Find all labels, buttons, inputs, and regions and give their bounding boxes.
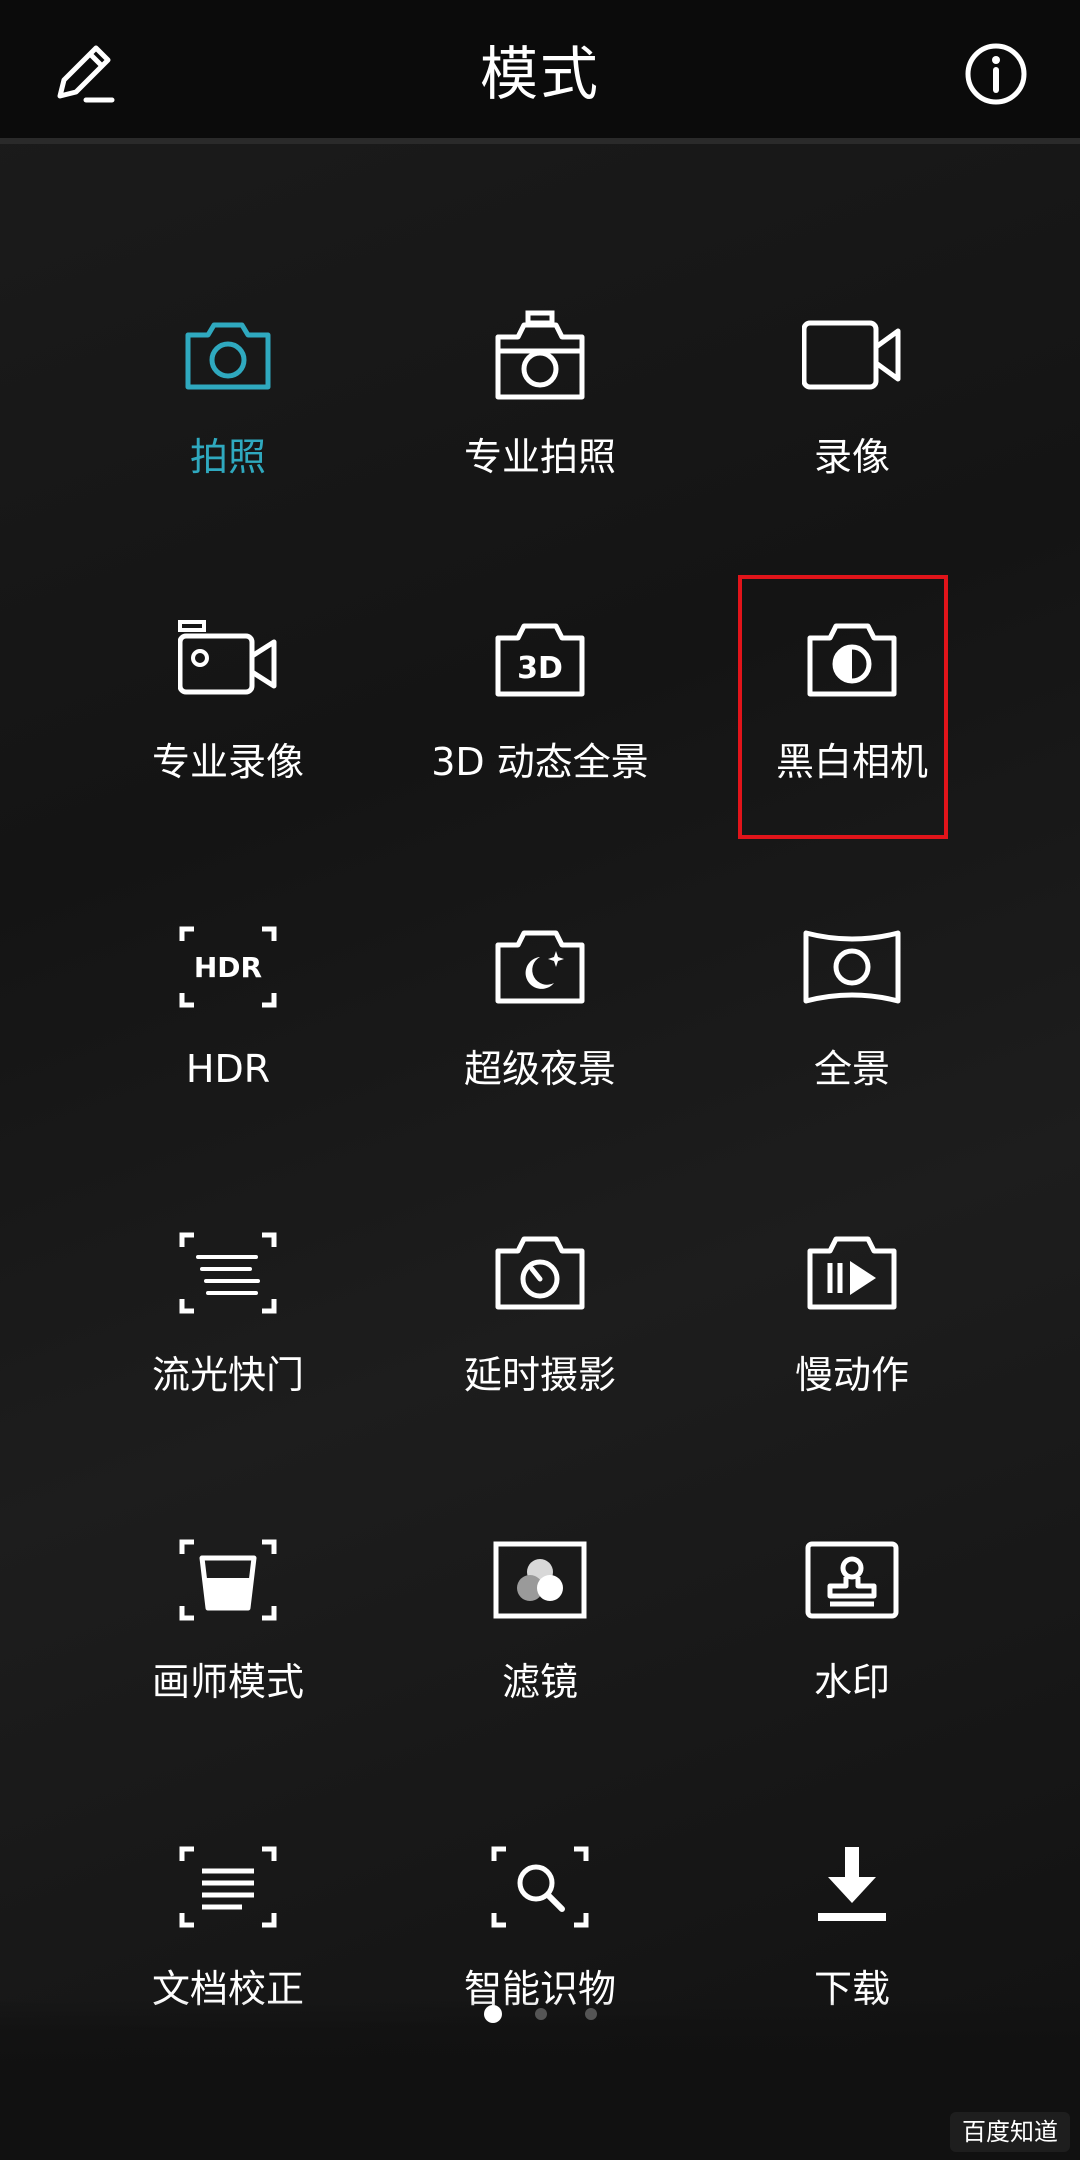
mode-label: 画师模式 [151, 1660, 304, 1704]
hdr-icon: HDR [179, 926, 277, 1008]
mode-label: 延时摄影 [463, 1353, 616, 1397]
mode-pro-video[interactable]: 专业录像 [78, 610, 378, 850]
pro-camera-icon [495, 310, 585, 400]
page-dot-active[interactable] [484, 2005, 502, 2023]
mode-hdr[interactable]: HDR HDR [78, 917, 378, 1157]
mode-label: 拍照 [189, 435, 266, 479]
mode-artist[interactable]: 画师模式 [78, 1530, 378, 1770]
camera-icon [185, 322, 271, 390]
mode-label: 专业录像 [151, 740, 304, 784]
night-mode-icon [495, 930, 585, 1004]
mode-panorama[interactable]: 全景 [702, 917, 1002, 1157]
page-dot[interactable] [585, 2008, 597, 2020]
mode-filter[interactable]: 滤镜 [390, 1530, 690, 1770]
mode-label: 水印 [813, 1660, 890, 1704]
mode-label: 流光快门 [151, 1353, 304, 1397]
top-bar: 模式 [0, 0, 1080, 138]
mode-light-painting[interactable]: 流光快门 [78, 1223, 378, 1463]
svg-text:3D: 3D [517, 651, 563, 686]
mode-video[interactable]: 录像 [702, 305, 1002, 545]
watermark-icon [805, 1541, 899, 1619]
mode-label: 录像 [813, 435, 890, 479]
pencil-icon [57, 45, 115, 103]
artist-mode-icon [179, 1539, 277, 1621]
highlight-box [738, 575, 948, 839]
header-divider [0, 138, 1080, 144]
mode-label: 慢动作 [794, 1353, 909, 1397]
bottom-fade [0, 2000, 1080, 2160]
mode-label: 超级夜景 [463, 1047, 616, 1091]
download-icon [818, 1847, 886, 1921]
info-icon [965, 43, 1027, 105]
mode-time-lapse[interactable]: 延时摄影 [390, 1223, 690, 1463]
edit-button[interactable] [50, 38, 122, 110]
page-dot[interactable] [535, 2008, 547, 2020]
time-lapse-icon [495, 1236, 585, 1310]
panorama-icon [803, 930, 901, 1004]
mode-photo[interactable]: 拍照 [78, 305, 378, 545]
mode-label: 全景 [813, 1047, 890, 1091]
object-recognition-icon [491, 1846, 589, 1928]
pro-video-icon [178, 620, 277, 695]
mode-label: HDR [185, 1047, 271, 1091]
slow-motion-icon [807, 1236, 897, 1310]
mode-slow-motion[interactable]: 慢动作 [702, 1223, 1002, 1463]
mode-pro-photo[interactable]: 专业拍照 [390, 305, 690, 545]
mode-label: 专业拍照 [463, 435, 616, 479]
mode-night[interactable]: 超级夜景 [390, 917, 690, 1157]
mode-label: 滤镜 [501, 1660, 578, 1704]
watermark-logo: 百度知道 [950, 2112, 1070, 2152]
mode-3d-panorama[interactable]: 3D 3D 动态全景 [390, 610, 690, 850]
filter-icon [493, 1541, 587, 1619]
page-indicator[interactable] [480, 2004, 600, 2024]
page-title: 模式 [479, 40, 600, 108]
svg-text:HDR: HDR [194, 951, 262, 984]
video-icon [802, 320, 901, 390]
info-button[interactable] [960, 38, 1032, 110]
mode-watermark[interactable]: 水印 [702, 1530, 1002, 1770]
3d-camera-icon: 3D [495, 623, 585, 697]
document-scan-icon [179, 1846, 277, 1928]
light-painting-icon [179, 1232, 277, 1314]
mode-label: 3D 动态全景 [431, 740, 649, 784]
